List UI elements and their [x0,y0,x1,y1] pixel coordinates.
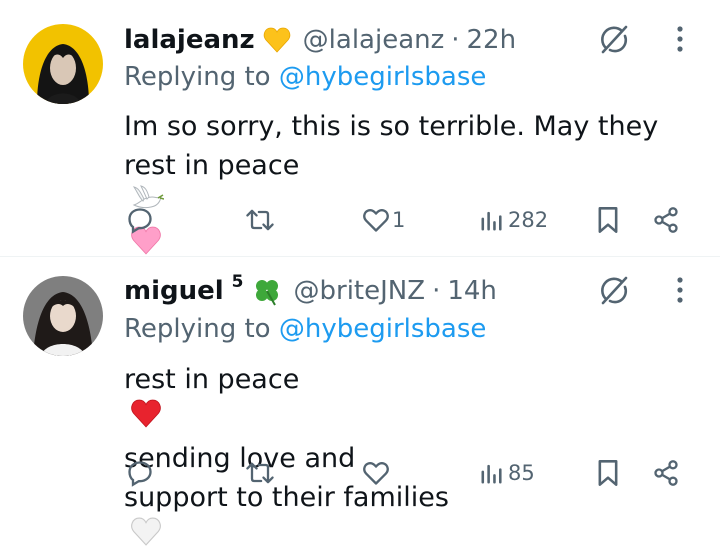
action-bar: 1 282 [0,200,720,240]
text-line-content: rest in peace [124,364,300,395]
retweet-button[interactable] [244,200,278,240]
tweet-reply-1[interactable]: lalajeanz @lalajeanz · 22h Replying to @… [0,0,720,256]
tweet-header: lalajeanz @lalajeanz · 22h [124,20,516,60]
reply-button[interactable] [126,200,156,240]
share-icon[interactable] [652,453,680,493]
grok-icon[interactable] [597,22,631,56]
view-count: 85 [508,461,535,485]
bookmark-icon[interactable] [596,200,620,240]
views-button[interactable]: 85 [478,453,535,493]
white-heart-icon [130,517,684,557]
red-heart-icon [130,399,676,439]
like-button[interactable] [362,453,392,493]
replying-label: Replying to [124,314,271,344]
like-button[interactable]: 1 [362,200,405,240]
action-bar: 85 [0,453,720,493]
name-superscript: 5 [231,272,244,292]
timestamp[interactable]: 14h [447,276,497,306]
mention-link[interactable]: @hybegirlsbase [279,62,487,92]
yellow-heart-icon [263,27,291,53]
tweet-reply-2[interactable]: miguel 5 @briteJNZ · 14h Replying to @hy… [0,257,720,546]
display-name[interactable]: lalajeanz [124,25,255,55]
four-leaf-clover-icon [252,276,282,306]
views-button[interactable]: 282 [478,200,548,240]
user-handle[interactable]: @briteJNZ [294,276,426,306]
tweet-header: miguel 5 @briteJNZ · 14h [124,271,497,311]
user-handle[interactable]: @lalajeanz [303,25,445,55]
timestamp[interactable]: 22h [467,25,517,55]
mention-link[interactable]: @hybegirlsbase [279,314,487,344]
bookmark-icon[interactable] [596,453,620,493]
avatar[interactable] [23,24,103,104]
more-options-icon[interactable] [670,22,690,56]
view-count: 282 [508,208,549,232]
display-name[interactable]: miguel [124,276,224,306]
tweet-text: Im so sorry, this is so terrible. May th… [124,107,684,266]
replying-label: Replying to [124,62,271,92]
separator-dot: · [432,276,441,306]
avatar[interactable] [23,276,103,356]
replying-to: Replying to @hybegirlsbase [124,314,486,344]
replying-to: Replying to @hybegirlsbase [124,62,486,92]
text-line-content: rest in peace [124,150,300,181]
share-icon[interactable] [652,200,680,240]
more-options-icon[interactable] [670,273,690,307]
retweet-button[interactable] [244,453,278,493]
like-count: 1 [392,208,406,232]
reply-button[interactable] [126,453,156,493]
grok-icon[interactable] [597,273,631,307]
text-line: Im so sorry, this is so terrible. May th… [124,111,659,142]
separator-dot: · [451,25,460,55]
